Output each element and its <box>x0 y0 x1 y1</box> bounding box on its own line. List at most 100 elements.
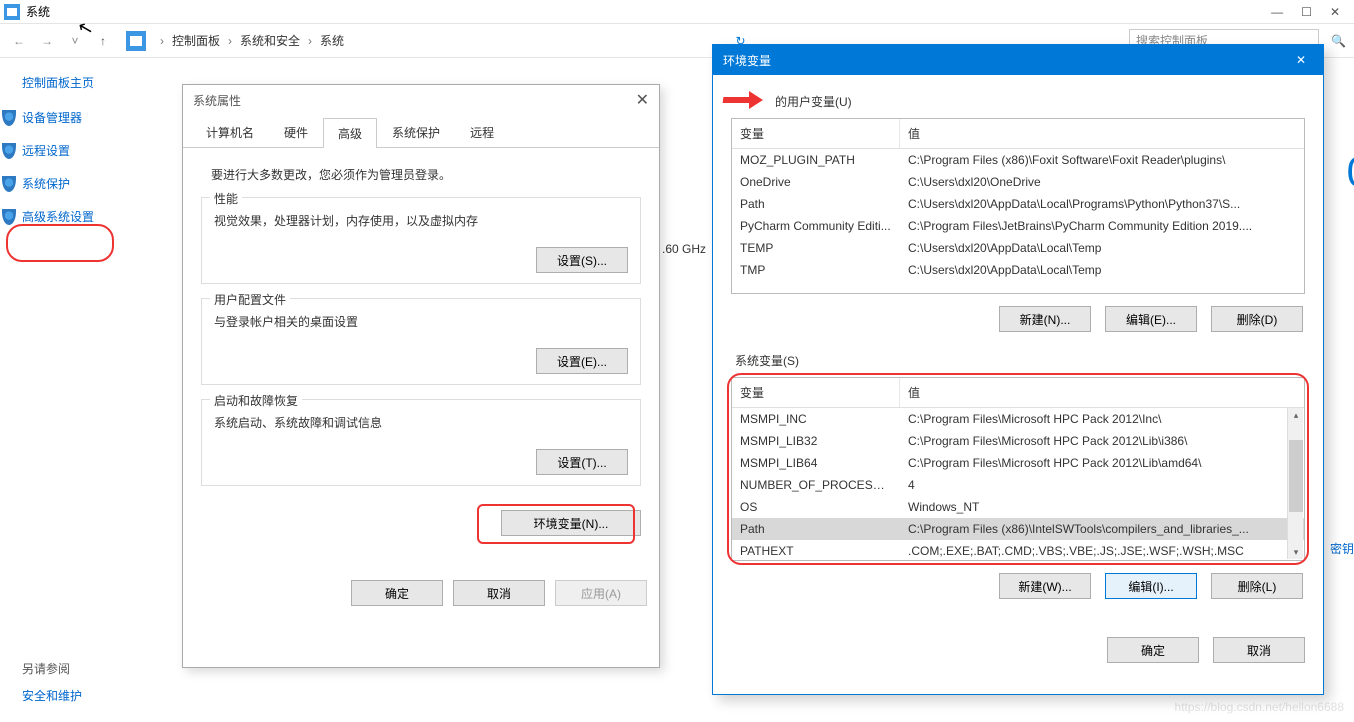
environment-variables-button[interactable]: 环境变量(N)... <box>501 510 641 536</box>
table-row[interactable]: PyCharm Community Editi...C:\Program Fil… <box>732 215 1304 237</box>
var-name: MSMPI_LIB32 <box>732 430 900 452</box>
table-row[interactable]: MOZ_PLUGIN_PATHC:\Program Files (x86)\Fo… <box>732 149 1304 171</box>
forward-button[interactable]: → <box>36 30 58 52</box>
system-icon <box>4 4 20 20</box>
control-panel-home[interactable]: 控制面板主页 <box>22 74 170 91</box>
user-edit-button[interactable]: 编辑(E)... <box>1105 306 1197 332</box>
sys-edit-button[interactable]: 编辑(I)... <box>1105 573 1197 599</box>
dialog-footer: 确定 取消 应用(A) <box>183 570 659 616</box>
col-value[interactable]: 值 <box>900 119 1304 148</box>
table-row[interactable]: MSMPI_LIB32C:\Program Files\Microsoft HP… <box>732 430 1304 452</box>
group-user-profiles: 用户配置文件 与登录帐户相关的桌面设置 设置(E)... <box>201 298 641 385</box>
scroll-up-icon[interactable]: ▴ <box>1289 408 1303 422</box>
var-name: OS <box>732 496 900 518</box>
user-vars-label: 的用户变量(U) <box>731 93 1305 110</box>
sidebar-item-remote[interactable]: 远程设置 <box>22 142 170 159</box>
search-icon[interactable]: 🔍 <box>1331 34 1346 48</box>
tab-protection[interactable]: 系统保护 <box>377 117 455 147</box>
scroll-thumb[interactable] <box>1289 440 1303 512</box>
table-row[interactable]: PATHEXT.COM;.EXE;.BAT;.CMD;.VBS;.VBE;.JS… <box>732 540 1304 561</box>
table-row[interactable]: MSMPI_LIB64C:\Program Files\Microsoft HP… <box>732 452 1304 474</box>
performance-settings-button[interactable]: 设置(S)... <box>536 247 628 273</box>
table-row[interactable]: MSMPI_INCC:\Program Files\Microsoft HPC … <box>732 408 1304 430</box>
up-button[interactable]: ↑ <box>92 30 114 52</box>
close-button[interactable]: ✕ <box>1330 5 1340 19</box>
dialog-title: 系统属性 <box>193 92 241 109</box>
ok-button[interactable]: 确定 <box>1107 637 1199 663</box>
sidebar-item-protection[interactable]: 系统保护 <box>22 175 170 192</box>
cancel-button[interactable]: 取消 <box>453 580 545 606</box>
table-row[interactable]: PathC:\Users\dxl20\AppData\Local\Program… <box>732 193 1304 215</box>
userprofile-settings-button[interactable]: 设置(E)... <box>536 348 628 374</box>
table-row[interactable]: OSWindows_NT <box>732 496 1304 518</box>
var-name: OneDrive <box>732 171 900 193</box>
var-name: Path <box>732 518 900 540</box>
var-value: C:\Program Files (x86)\Foxit Software\Fo… <box>900 149 1304 171</box>
var-value: Windows_NT <box>900 496 1304 518</box>
shield-icon <box>2 209 16 225</box>
scrollbar[interactable]: ▴ ▾ <box>1287 408 1303 559</box>
cpu-speed-fragment: .60 GHz <box>660 240 708 258</box>
product-key-link[interactable]: 密钥 <box>1330 540 1354 557</box>
sidebar-item-label: 高级系统设置 <box>22 208 94 225</box>
dialog-titlebar[interactable]: 系统属性 ✕ <box>183 85 659 115</box>
user-delete-button[interactable]: 删除(D) <box>1211 306 1303 332</box>
crumb-control-panel[interactable]: 控制面板 <box>172 32 220 49</box>
col-variable[interactable]: 变量 <box>732 119 900 148</box>
var-name: TEMP <box>732 237 900 259</box>
var-value: C:\Program Files\Microsoft HPC Pack 2012… <box>900 430 1304 452</box>
scroll-down-icon[interactable]: ▾ <box>1289 545 1303 559</box>
see-also-label: 另请参阅 <box>22 660 82 677</box>
sys-new-button[interactable]: 新建(W)... <box>999 573 1091 599</box>
cancel-button[interactable]: 取消 <box>1213 637 1305 663</box>
breadcrumb[interactable]: › 控制面板 › 系统和安全 › 系统 <box>152 32 352 49</box>
var-value: C:\Program Files\JetBrains\PyCharm Commu… <box>900 215 1304 237</box>
sidebar-item-device-manager[interactable]: 设备管理器 <box>22 109 170 126</box>
user-vars-table[interactable]: 变量 值 MOZ_PLUGIN_PATHC:\Program Files (x8… <box>731 118 1305 294</box>
apply-button[interactable]: 应用(A) <box>555 580 647 606</box>
ok-button[interactable]: 确定 <box>351 580 443 606</box>
table-row[interactable]: TMPC:\Users\dxl20\AppData\Local\Temp <box>732 259 1304 281</box>
tabs: 计算机名 硬件 高级 系统保护 远程 <box>183 117 659 148</box>
table-row[interactable]: NUMBER_OF_PROCESSORS4 <box>732 474 1304 496</box>
var-value: C:\Users\dxl20\AppData\Local\Programs\Py… <box>900 193 1304 215</box>
table-row[interactable]: TEMPC:\Users\dxl20\AppData\Local\Temp <box>732 237 1304 259</box>
close-icon[interactable]: ✕ <box>636 90 649 110</box>
system-vars-table[interactable]: 变量 值 MSMPI_INCC:\Program Files\Microsoft… <box>731 377 1305 561</box>
admin-note: 要进行大多数更改，您必须作为管理员登录。 <box>211 166 631 183</box>
sys-delete-button[interactable]: 删除(L) <box>1211 573 1303 599</box>
var-name: MOZ_PLUGIN_PATH <box>732 149 900 171</box>
table-row[interactable]: PathC:\Program Files (x86)\IntelSWTools\… <box>732 518 1304 540</box>
crumb-system[interactable]: 系统 <box>320 32 344 49</box>
security-maintenance-link[interactable]: 安全和维护 <box>22 687 82 704</box>
var-name: NUMBER_OF_PROCESSORS <box>732 474 900 496</box>
startup-settings-button[interactable]: 设置(T)... <box>536 449 628 475</box>
col-variable[interactable]: 变量 <box>732 378 900 407</box>
var-value: C:\Program Files (x86)\IntelSWTools\comp… <box>900 518 1304 540</box>
var-value: C:\Users\dxl20\AppData\Local\Temp <box>900 259 1304 281</box>
var-name: TMP <box>732 259 900 281</box>
table-row[interactable]: OneDriveC:\Users\dxl20\OneDrive <box>732 171 1304 193</box>
tab-advanced[interactable]: 高级 <box>323 118 377 148</box>
tab-computer-name[interactable]: 计算机名 <box>191 117 269 147</box>
ev-titlebar[interactable]: 环境变量 ✕ <box>713 45 1323 75</box>
var-value: C:\Users\dxl20\AppData\Local\Temp <box>900 237 1304 259</box>
close-icon[interactable]: ✕ <box>1289 48 1313 72</box>
sidebar-item-label: 设备管理器 <box>22 109 82 126</box>
group-title: 启动和故障恢复 <box>210 392 302 409</box>
shield-icon <box>2 143 16 159</box>
table-header: 变量 值 <box>732 378 1304 408</box>
chevron-right-icon: › <box>160 34 164 48</box>
tab-hardware[interactable]: 硬件 <box>269 117 323 147</box>
var-name: PATHEXT <box>732 540 900 561</box>
crumb-system-security[interactable]: 系统和安全 <box>240 32 300 49</box>
maximize-button[interactable]: ☐ <box>1301 5 1312 19</box>
back-button[interactable]: ← <box>8 30 30 52</box>
minimize-button[interactable]: — <box>1271 5 1283 19</box>
col-value[interactable]: 值 <box>900 378 1304 407</box>
see-also: 另请参阅 安全和维护 <box>22 650 82 704</box>
tab-remote[interactable]: 远程 <box>455 117 509 147</box>
var-value: C:\Users\dxl20\OneDrive <box>900 171 1304 193</box>
sidebar-item-advanced[interactable]: 高级系统设置 <box>22 208 170 225</box>
user-new-button[interactable]: 新建(N)... <box>999 306 1091 332</box>
